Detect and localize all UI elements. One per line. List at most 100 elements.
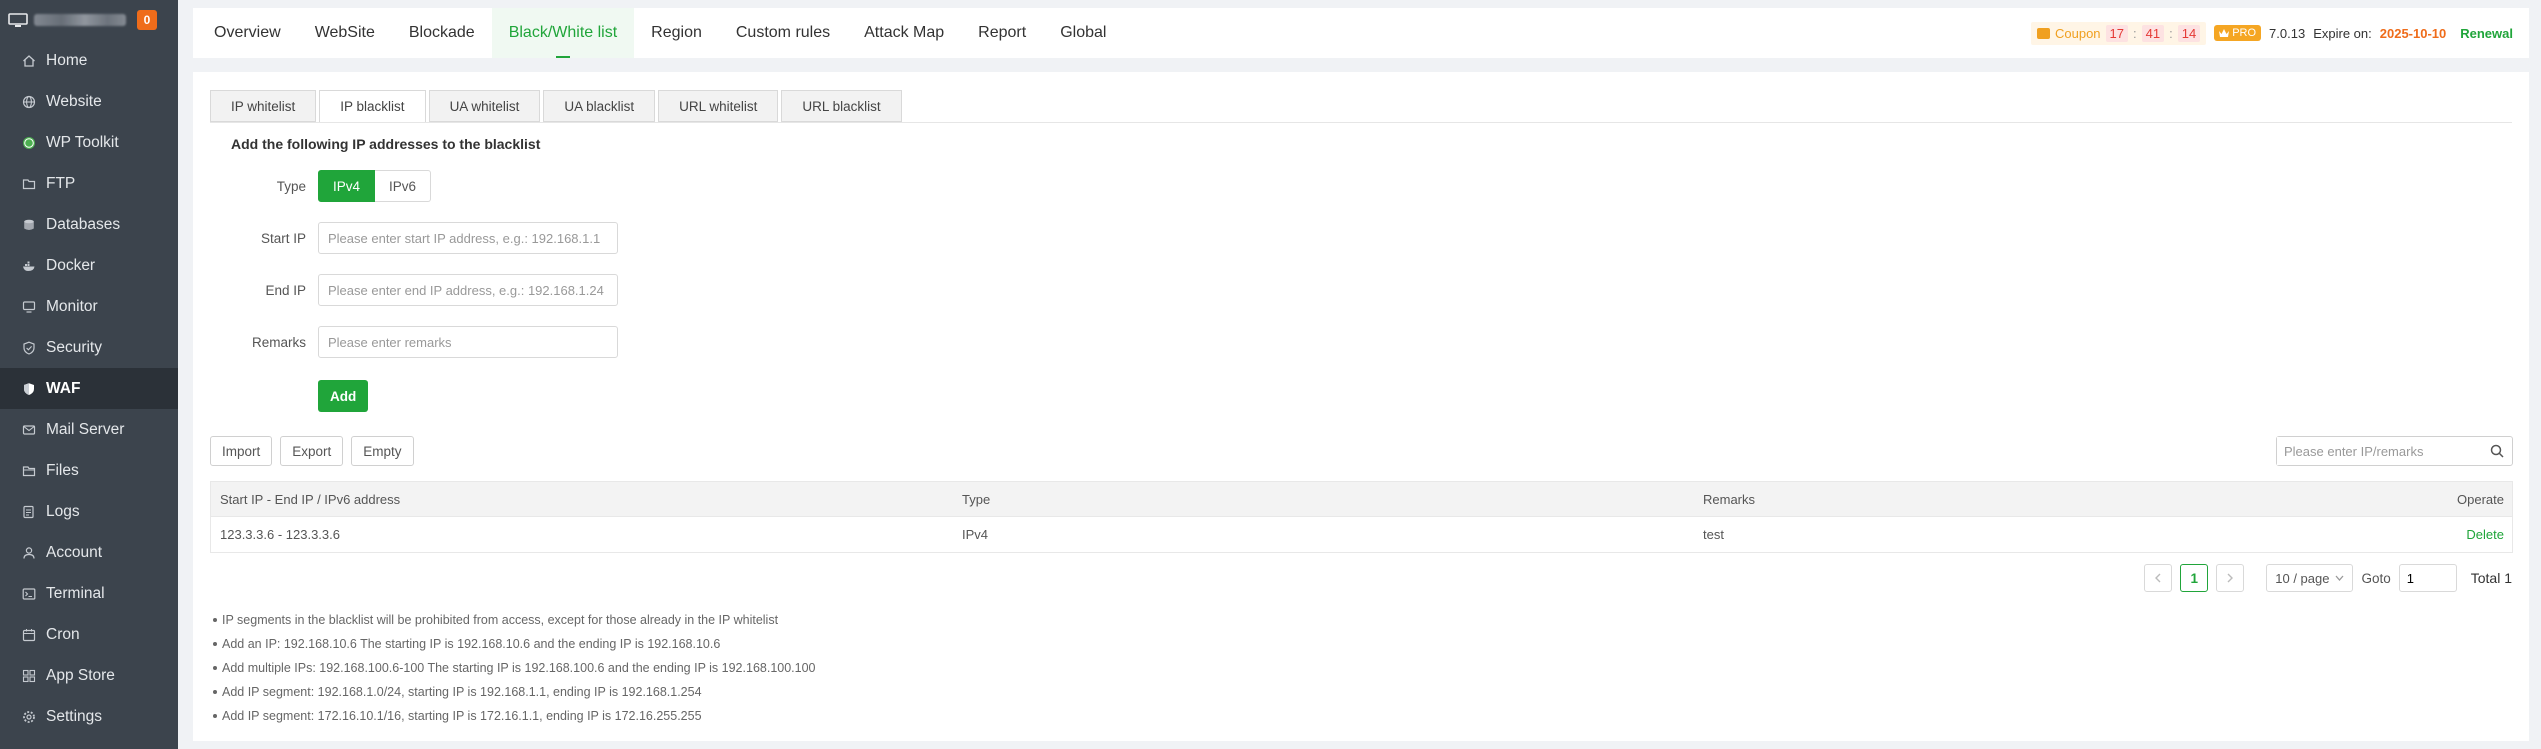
hostname-redacted xyxy=(34,14,126,26)
sidebar-item-label: FTP xyxy=(46,174,76,192)
search-input[interactable] xyxy=(2277,437,2482,465)
header-operate: Operate xyxy=(2457,491,2504,507)
type-row: Type IPv4 IPv6 xyxy=(193,170,432,202)
tab-website[interactable]: WebSite xyxy=(298,8,392,58)
shield-icon xyxy=(22,341,36,355)
folder-icon xyxy=(22,177,36,191)
tab-global[interactable]: Global xyxy=(1043,8,1123,58)
docker-icon xyxy=(22,259,36,273)
subtab-ip-blacklist[interactable]: IP blacklist xyxy=(319,90,426,123)
remarks-input[interactable] xyxy=(318,326,618,358)
sidebar-item-databases[interactable]: Databases xyxy=(0,204,178,245)
sidebar-item-website[interactable]: Website xyxy=(0,81,178,122)
export-button[interactable]: Export xyxy=(280,436,344,466)
ip-type-toggle: IPv4 IPv6 xyxy=(318,170,432,202)
renewal-link[interactable]: Renewal xyxy=(2460,26,2513,41)
subtab-url-whitelist[interactable]: URL whitelist xyxy=(658,90,779,122)
remarks-row: Remarks xyxy=(193,326,618,358)
subtab-ip-whitelist[interactable]: IP whitelist xyxy=(210,90,317,122)
empty-button[interactable]: Empty xyxy=(351,436,414,466)
prev-page-button[interactable] xyxy=(2144,564,2173,592)
sidebar-item-label: Account xyxy=(46,543,103,561)
coupon-icon xyxy=(2037,27,2050,39)
sidebar-item-label: Home xyxy=(46,51,88,69)
sidebar-item-cron[interactable]: Cron xyxy=(0,614,178,655)
home-icon xyxy=(22,54,36,68)
sidebar-item-label: WP Toolkit xyxy=(46,133,119,151)
tab-region[interactable]: Region xyxy=(634,8,719,58)
page-size-select[interactable]: 10 / page xyxy=(2266,564,2354,592)
start-ip-row: Start IP xyxy=(193,222,618,254)
subtab-ua-blacklist[interactable]: UA blacklist xyxy=(543,90,656,122)
help-note: Add an IP: 192.168.10.6 The starting IP … xyxy=(210,632,816,656)
coupon-label: Coupon xyxy=(2055,25,2101,41)
tab-report[interactable]: Report xyxy=(961,8,1043,58)
tab-blockade[interactable]: Blockade xyxy=(392,8,492,58)
sidebar-item-label: Cron xyxy=(46,625,80,643)
notification-badge[interactable]: 0 xyxy=(137,10,157,30)
sidebar-item-label: Settings xyxy=(46,707,103,725)
sidebar-item-files[interactable]: Files xyxy=(0,450,178,491)
sidebar-item-ftp[interactable]: FTP xyxy=(0,163,178,204)
sidebar-item-monitor[interactable]: Monitor xyxy=(0,286,178,327)
page-number-button[interactable]: 1 xyxy=(2180,564,2209,592)
delete-link[interactable]: Delete xyxy=(2466,527,2504,542)
subtab-ua-whitelist[interactable]: UA whitelist xyxy=(428,90,541,122)
sidebar-item-label: Files xyxy=(46,461,79,479)
type-label: Type xyxy=(276,178,306,194)
sidebar-item-docker[interactable]: Docker xyxy=(0,245,178,286)
countdown-minutes: 41 xyxy=(2141,24,2165,42)
goto-label: Goto xyxy=(2361,570,2391,586)
header-remarks: Remarks xyxy=(1703,491,1756,507)
database-icon xyxy=(22,218,36,232)
ipv6-option[interactable]: IPv6 xyxy=(375,170,432,202)
goto-page-input[interactable] xyxy=(2398,564,2457,592)
sidebar-item-wp-toolkit[interactable]: WP Toolkit xyxy=(0,122,178,163)
tab-overview[interactable]: Overview xyxy=(197,8,298,58)
start-ip-label: Start IP xyxy=(260,230,306,246)
sidebar-item-label: Mail Server xyxy=(46,420,125,438)
sidebar-item-security[interactable]: Security xyxy=(0,327,178,368)
help-note: Add IP segment: 192.168.1.0/24, starting… xyxy=(210,680,816,704)
mail-icon xyxy=(22,423,36,437)
search-box xyxy=(2276,436,2513,466)
sidebar-item-app-store[interactable]: App Store xyxy=(0,655,178,696)
terminal-icon xyxy=(22,587,36,601)
add-button[interactable]: Add xyxy=(318,380,369,412)
blacklist-table: Start IP - End IP / IPv6 address Type Re… xyxy=(210,481,2513,553)
server-icon xyxy=(8,12,28,27)
end-ip-input[interactable] xyxy=(318,274,618,306)
help-note: IP segments in the blacklist will be pro… xyxy=(210,608,816,632)
next-page-button[interactable] xyxy=(2216,564,2245,592)
sidebar-item-account[interactable]: Account xyxy=(0,532,178,573)
sidebar-item-mail-server[interactable]: Mail Server xyxy=(0,409,178,450)
sidebar-item-settings[interactable]: Settings xyxy=(0,696,178,737)
globe-icon xyxy=(22,95,36,109)
ipv4-option[interactable]: IPv4 xyxy=(318,170,376,202)
logs-icon xyxy=(22,505,36,519)
pro-label: PRO xyxy=(2232,27,2257,39)
sidebar-item-logs[interactable]: Logs xyxy=(0,491,178,532)
pagination: 1 10 / page Goto Total 1 xyxy=(2144,564,2512,592)
countdown-separator: : xyxy=(2133,25,2137,41)
sidebar-item-label: Monitor xyxy=(46,297,98,315)
start-ip-input[interactable] xyxy=(318,222,618,254)
tab-custom-rules[interactable]: Custom rules xyxy=(719,8,847,58)
table-row: 123.3.3.6 - 123.3.3.6 IPv4 test Delete xyxy=(211,517,2512,552)
sidebar-item-terminal[interactable]: Terminal xyxy=(0,573,178,614)
tab-black-white-list[interactable]: Black/White list xyxy=(491,8,635,58)
coupon-badge[interactable]: Coupon 17 : 41 : 14 xyxy=(2031,21,2207,45)
form-title: Add the following IP addresses to the bl… xyxy=(231,136,541,152)
import-button[interactable]: Import xyxy=(210,436,273,466)
sidebar-item-waf[interactable]: WAF xyxy=(0,368,178,409)
help-note: Add multiple IPs: 192.168.100.6-100 The … xyxy=(210,656,816,680)
tab-attack-map[interactable]: Attack Map xyxy=(847,8,961,58)
subtab-url-blacklist[interactable]: URL blacklist xyxy=(781,90,902,122)
search-icon[interactable] xyxy=(2482,437,2512,465)
sidebar-item-label: WAF xyxy=(46,379,81,397)
main-panel: IP whitelist IP blacklist UA whitelist UA b… xyxy=(193,72,2529,741)
countdown-hours: 17 xyxy=(2105,24,2129,42)
sidebar-item-label: Terminal xyxy=(46,584,105,602)
sidebar-item-home[interactable]: Home xyxy=(0,40,178,81)
tab-divider xyxy=(210,122,2512,123)
